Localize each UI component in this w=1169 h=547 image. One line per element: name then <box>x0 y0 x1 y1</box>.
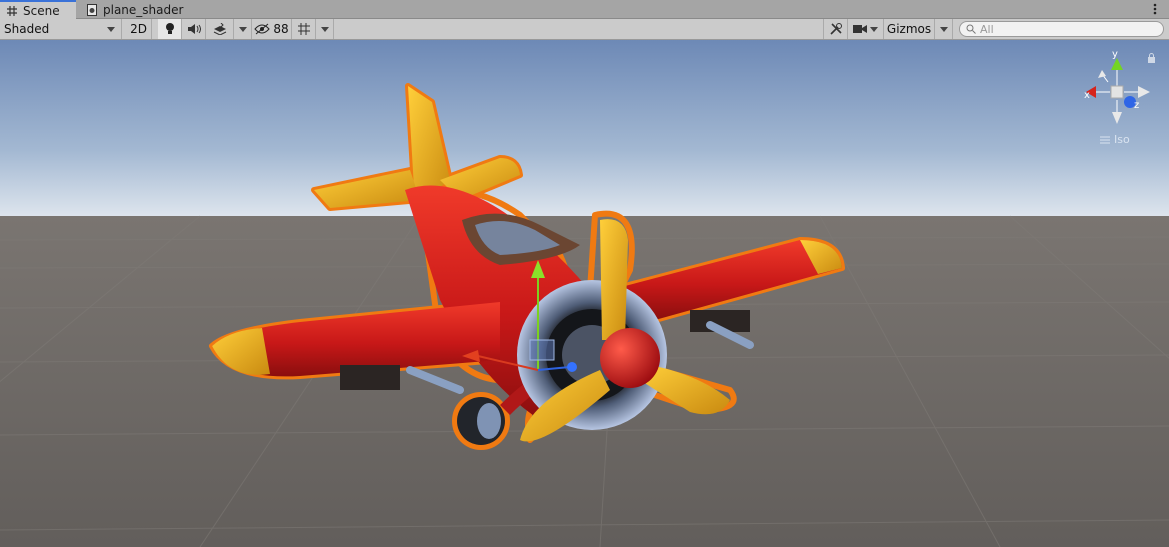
y-axis-label: y <box>1112 49 1118 60</box>
scene-viewport[interactable]: x y z Iso <box>0 40 1169 547</box>
grid-icon <box>7 6 17 16</box>
hidden-eye-icon <box>254 23 271 35</box>
chevron-down-icon <box>320 26 329 32</box>
speaker-icon <box>187 24 201 34</box>
lighting-toggle-button[interactable] <box>158 19 182 39</box>
search-placeholder: All <box>980 22 994 36</box>
hidden-objects-count: 88 <box>273 22 289 36</box>
shader-file-icon <box>87 3 97 16</box>
gizmos-dropdown[interactable] <box>935 19 953 39</box>
gizmos-label: Gizmos <box>886 22 932 36</box>
2d-label: 2D <box>130 22 147 36</box>
scene-toolbar: Shaded 2D 88 Gizmos All <box>0 19 1169 40</box>
projection-label: Iso <box>1114 133 1130 146</box>
chevron-down-icon <box>870 26 878 32</box>
2d-toggle-button[interactable]: 2D <box>126 19 152 39</box>
camera-icon <box>853 25 867 33</box>
grid-dropdown[interactable] <box>316 19 334 39</box>
wrench-icon <box>829 23 842 35</box>
tab-scene[interactable]: Scene <box>0 0 76 20</box>
chevron-down-icon <box>939 26 948 32</box>
tools-button[interactable] <box>823 19 848 39</box>
gizmos-button[interactable]: Gizmos <box>884 19 935 39</box>
chevron-down-icon <box>107 26 115 32</box>
search-icon <box>966 24 976 34</box>
lightbulb-icon <box>165 23 174 34</box>
chevron-down-icon <box>238 26 247 32</box>
effects-toggle-button[interactable] <box>206 19 234 39</box>
effects-dropdown[interactable] <box>234 19 252 39</box>
hamburger-icon <box>1100 136 1110 143</box>
scene-render <box>0 40 1169 547</box>
tab-label: plane_shader <box>103 2 184 17</box>
z-axis-label: z <box>1134 100 1139 111</box>
tab-bar: Scene plane_shader <box>0 0 1169 20</box>
audio-toggle-button[interactable] <box>182 19 206 39</box>
lock-icon[interactable] <box>1147 53 1156 63</box>
grid-toggle-button[interactable] <box>292 19 316 39</box>
center-cube-icon[interactable] <box>1110 85 1124 99</box>
neg-z-axis-cone-icon[interactable] <box>1098 70 1106 78</box>
draw-mode-value: Shaded <box>4 22 50 36</box>
tab-label: Scene <box>23 4 60 18</box>
draw-mode-dropdown[interactable]: Shaded <box>0 19 122 39</box>
projection-toggle[interactable]: Iso <box>1100 133 1130 146</box>
tab-plane-shader[interactable]: plane_shader <box>80 0 191 19</box>
scene-search-input[interactable]: All <box>959 21 1164 37</box>
neg-x-axis-cone-icon[interactable] <box>1138 86 1150 98</box>
neg-y-axis-cone-icon[interactable] <box>1112 112 1122 124</box>
layers-effects-icon <box>213 23 226 35</box>
camera-settings-dropdown[interactable] <box>848 19 884 39</box>
grid-snap-icon <box>297 23 310 35</box>
x-axis-label: x <box>1084 90 1090 101</box>
more-options-icon[interactable] <box>1153 2 1157 16</box>
scene-visibility-toggle[interactable]: 88 <box>252 19 292 39</box>
